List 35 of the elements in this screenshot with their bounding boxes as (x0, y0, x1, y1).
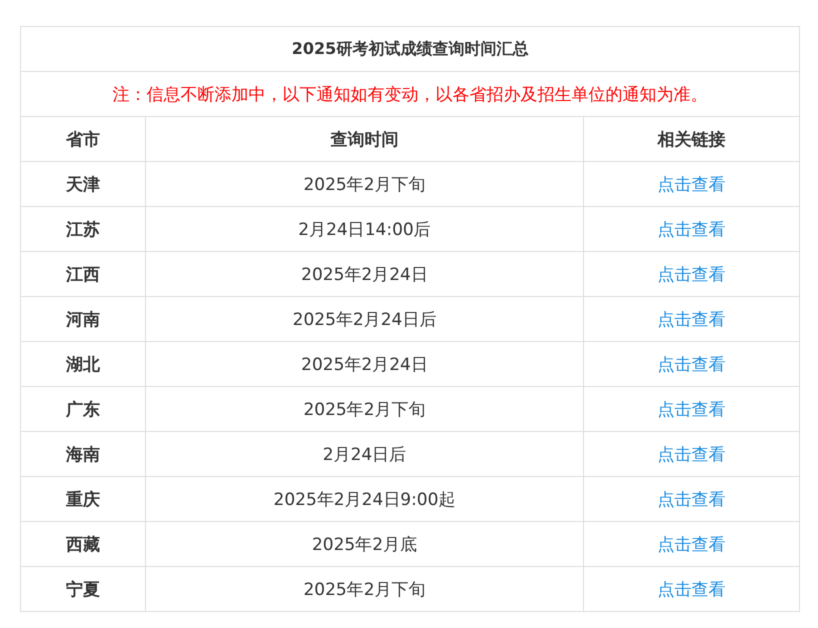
view-link[interactable]: 点击查看 (658, 534, 726, 554)
time-cell: 2025年2月24日 (146, 342, 584, 386)
province-cell: 湖北 (20, 342, 146, 386)
view-link[interactable]: 点击查看 (658, 400, 726, 420)
province-cell: 重庆 (20, 476, 146, 522)
time-cell: 2025年2月下旬 (146, 386, 584, 432)
time-cell: 2025年2月下旬 (146, 566, 584, 612)
province-cell: 河南 (20, 296, 146, 342)
table-title: 2025研考初试成绩查询时间汇总 (20, 26, 800, 72)
notice-text: 注：信息不断添加中，以下通知如有变动，以各省招办及招生单位的通知为准。 (20, 72, 800, 116)
view-link[interactable]: 点击查看 (658, 310, 726, 330)
view-link[interactable]: 点击查看 (658, 174, 726, 194)
column-header: 省市 (20, 116, 146, 162)
time-cell: 2025年2月下旬 (146, 162, 584, 206)
column-header: 相关链接 (584, 116, 800, 162)
view-link[interactable]: 点击查看 (658, 354, 726, 374)
time-cell: 2025年2月底 (146, 522, 584, 566)
time-cell: 2025年2月24日 (146, 252, 584, 296)
time-cell: 2025年2月24日9:00起 (146, 476, 584, 522)
province-cell: 天津 (20, 162, 146, 206)
province-cell: 江西 (20, 252, 146, 296)
time-cell: 2月24日后 (146, 432, 584, 476)
view-link[interactable]: 点击查看 (658, 490, 726, 510)
province-cell: 江苏 (20, 206, 146, 252)
view-link[interactable]: 点击查看 (658, 220, 726, 240)
province-cell: 广东 (20, 386, 146, 432)
column-header: 查询时间 (146, 116, 584, 162)
view-link[interactable]: 点击查看 (658, 444, 726, 464)
time-cell: 2025年2月24日后 (146, 296, 584, 342)
province-cell: 宁夏 (20, 566, 146, 612)
time-cell: 2月24日14:00后 (146, 206, 584, 252)
province-cell: 西藏 (20, 522, 146, 566)
view-link[interactable]: 点击查看 (658, 264, 726, 284)
province-cell: 海南 (20, 432, 146, 476)
view-link[interactable]: 点击查看 (658, 580, 726, 600)
